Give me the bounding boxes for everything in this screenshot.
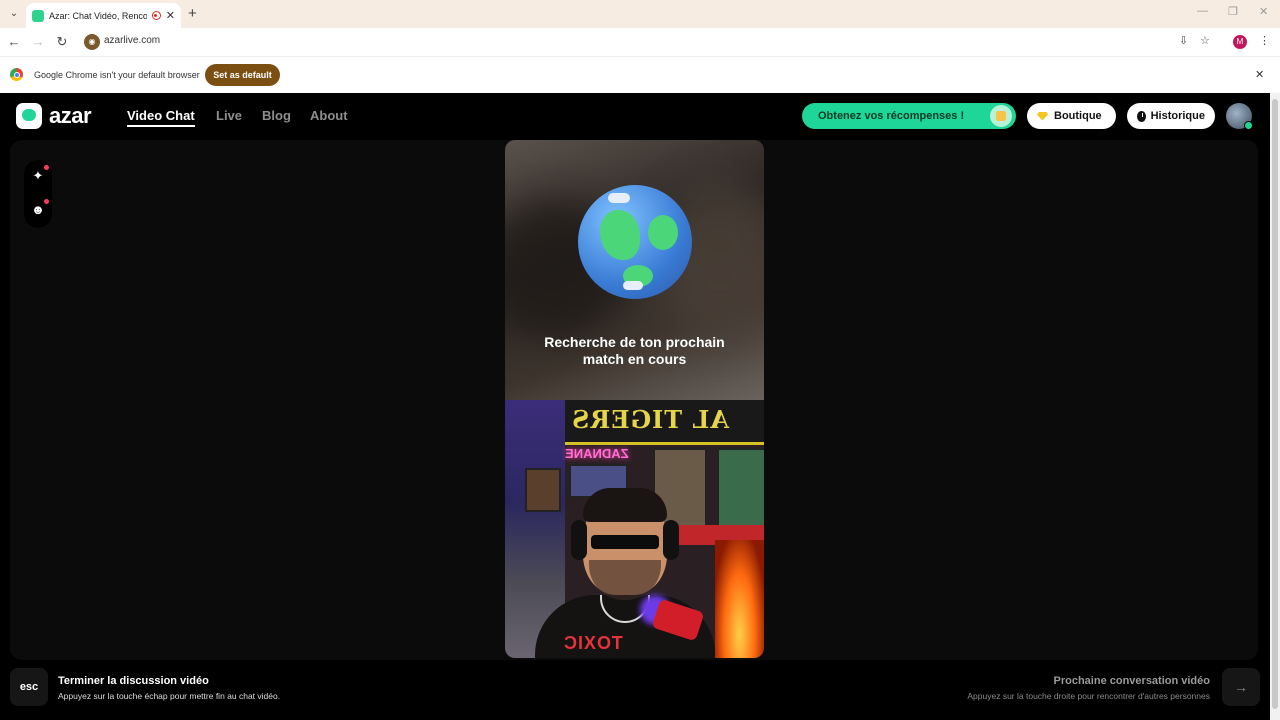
default-browser-infobar: Google Chrome isn't your default browser… <box>0 56 1280 93</box>
sparkle-effects-icon[interactable]: ✦ <box>30 165 49 184</box>
profile-avatar[interactable]: M <box>1233 35 1247 49</box>
globe-land <box>600 210 640 260</box>
gem-icon <box>1037 111 1048 121</box>
notification-dot <box>44 165 49 170</box>
rewards-button[interactable]: Obtenez vos récompenses ! <box>802 103 1016 129</box>
next-arrow-button[interactable]: → <box>1222 668 1260 706</box>
clock-icon <box>1137 110 1146 122</box>
azar-logo[interactable]: azar <box>16 103 92 129</box>
nav-blog[interactable]: Blog <box>262 108 291 123</box>
browser-toolbar: ← → ↻ ◉ azarlive.com ⇩ ☆ ⋮ <box>0 28 1280 56</box>
wall-poster <box>717 448 764 527</box>
next-chat-hint: Appuyez sur la touche droite pour rencon… <box>967 691 1210 701</box>
logo-text: azar <box>49 103 92 128</box>
tab-search-icon[interactable]: ⌄ <box>6 6 22 22</box>
shirt-print: TOXIC <box>563 633 623 653</box>
notification-dot <box>44 199 49 204</box>
end-chat-title[interactable]: Terminer la discussion vidéo <box>58 675 209 687</box>
browser-tab-bar: ⌄ Azar: Chat Vidéo, Rencontre ✕ + — ❐ ✕ <box>0 0 1280 28</box>
forward-icon[interactable]: → <box>30 34 46 49</box>
window-close-icon[interactable]: ✕ <box>1259 5 1268 18</box>
neon-sign: ZADNANE <box>565 446 629 461</box>
history-label: Historique <box>1150 110 1205 122</box>
shop-label: Boutique <box>1054 110 1102 122</box>
infobar-message: Google Chrome isn't your default browser <box>34 70 200 80</box>
status-line-2: match en cours <box>582 351 687 367</box>
set-as-default-button[interactable]: Set as default <box>205 64 280 86</box>
esc-key-button[interactable]: esc <box>10 668 48 706</box>
globe-icon <box>578 185 692 299</box>
rewards-label: Obtenez vos récompenses ! <box>818 110 965 122</box>
next-chat-title[interactable]: Prochaine conversation vidéo <box>1054 675 1211 687</box>
azar-logo-icon <box>16 103 42 129</box>
globe-land <box>648 215 678 250</box>
nav-video-chat[interactable]: Video Chat <box>127 108 195 127</box>
person-hair <box>583 488 667 522</box>
page-scrollbar[interactable] <box>1270 93 1280 720</box>
bookmark-star-icon[interactable]: ☆ <box>1200 34 1210 47</box>
status-line-1: Recherche de ton prochain <box>544 334 725 350</box>
headset <box>571 520 587 560</box>
partner-video-searching: Recherche de ton prochain match en cours <box>505 140 764 400</box>
chrome-menu-icon[interactable]: ⋮ <box>1259 34 1270 47</box>
user-avatar[interactable] <box>1226 103 1253 130</box>
chrome-logo-icon <box>10 68 23 81</box>
history-button[interactable]: Historique <box>1127 103 1215 129</box>
nav-live[interactable]: Live <box>216 108 242 123</box>
globe-cloud <box>623 281 643 290</box>
restore-icon[interactable]: ❐ <box>1228 5 1238 18</box>
emoji-sticker-icon[interactable]: ☻ <box>30 199 49 218</box>
banner-text: AL TIGERS <box>571 405 730 434</box>
tab-title: Azar: Chat Vidéo, Rencontre <box>49 10 147 21</box>
headset <box>663 520 679 560</box>
side-toolbar: ✦ ☻ <box>24 160 52 228</box>
gift-icon <box>990 105 1012 127</box>
url-text: azarlive.com <box>104 35 161 46</box>
new-tab-icon[interactable]: + <box>188 5 197 22</box>
wall-poster <box>525 468 561 512</box>
site-info-icon[interactable]: ◉ <box>84 34 100 50</box>
sunglasses <box>591 535 659 549</box>
reload-icon[interactable]: ↻ <box>54 34 70 50</box>
person-beard <box>589 560 661 600</box>
online-status-icon <box>1244 121 1253 130</box>
install-app-icon[interactable]: ⇩ <box>1179 34 1188 47</box>
back-icon[interactable]: ← <box>6 34 22 49</box>
address-bar[interactable]: ◉ azarlive.com <box>80 31 1200 53</box>
search-status-text: Recherche de ton prochain match en cours <box>505 334 764 368</box>
browser-tab[interactable]: Azar: Chat Vidéo, Rencontre ✕ <box>26 3 181 28</box>
minimize-icon[interactable]: — <box>1197 5 1208 17</box>
fireplace <box>715 540 764 658</box>
tab-close-icon[interactable]: ✕ <box>166 9 175 22</box>
tigers-banner: AL TIGERS <box>565 400 764 445</box>
nav-about[interactable]: About <box>310 108 348 123</box>
azar-page: azar Video Chat Live Blog About Obtenez … <box>0 93 1280 720</box>
recording-indicator-icon <box>151 11 161 20</box>
infobar-close-icon[interactable]: ✕ <box>1255 68 1264 81</box>
globe-cloud <box>608 193 630 203</box>
end-chat-hint: Appuyez sur la touche échap pour mettre … <box>58 691 281 701</box>
shop-button[interactable]: Boutique <box>1027 103 1116 129</box>
self-camera-video: AL TIGERS ZADNANE TOXIC <box>505 400 764 658</box>
azar-favicon-icon <box>32 9 44 22</box>
scroll-thumb[interactable] <box>1272 99 1278 709</box>
